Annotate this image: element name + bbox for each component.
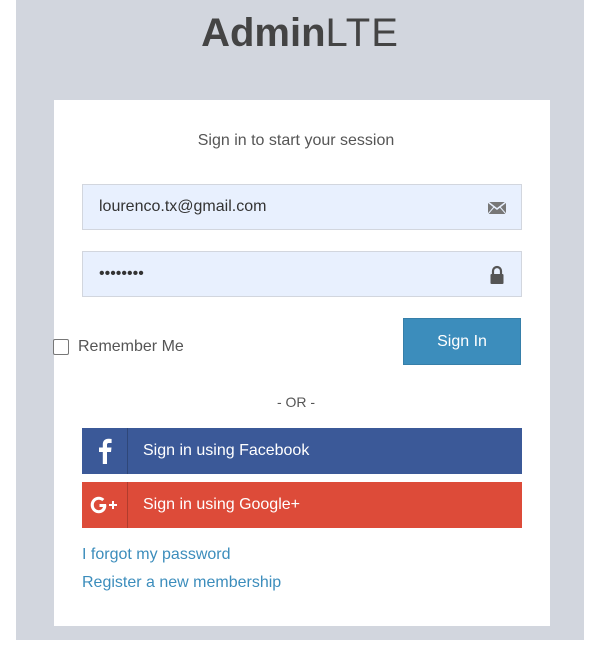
remember-me-checkbox[interactable] xyxy=(53,339,69,355)
logo-light-text: LTE xyxy=(325,11,399,55)
facebook-sign-in-button[interactable]: Sign in using Facebook xyxy=(82,428,522,474)
app-logo[interactable]: AdminLTE xyxy=(16,8,584,58)
logo-bold-text: Admin xyxy=(201,11,326,55)
google-plus-icon xyxy=(82,482,128,528)
email-input[interactable] xyxy=(83,185,479,229)
login-box-message: Sign in to start your session xyxy=(197,132,395,149)
forgot-password-link[interactable]: I forgot my password xyxy=(82,546,231,564)
remember-me-label: Remember Me xyxy=(78,338,184,355)
password-field-wrapper xyxy=(82,251,522,297)
remember-me[interactable]: Remember Me xyxy=(53,336,184,358)
sign-in-button[interactable]: Sign In xyxy=(403,318,521,365)
lock-icon xyxy=(487,265,507,285)
or-separator: - OR - xyxy=(276,394,316,410)
email-field-wrapper xyxy=(82,184,522,230)
register-link[interactable]: Register a new membership xyxy=(82,574,281,592)
google-sign-in-label: Sign in using Google+ xyxy=(143,496,300,513)
facebook-sign-in-label: Sign in using Facebook xyxy=(143,442,310,459)
google-sign-in-button[interactable]: Sign in using Google+ xyxy=(82,482,522,528)
password-input[interactable] xyxy=(83,252,479,296)
facebook-icon xyxy=(82,428,128,474)
envelope-icon xyxy=(487,198,507,218)
